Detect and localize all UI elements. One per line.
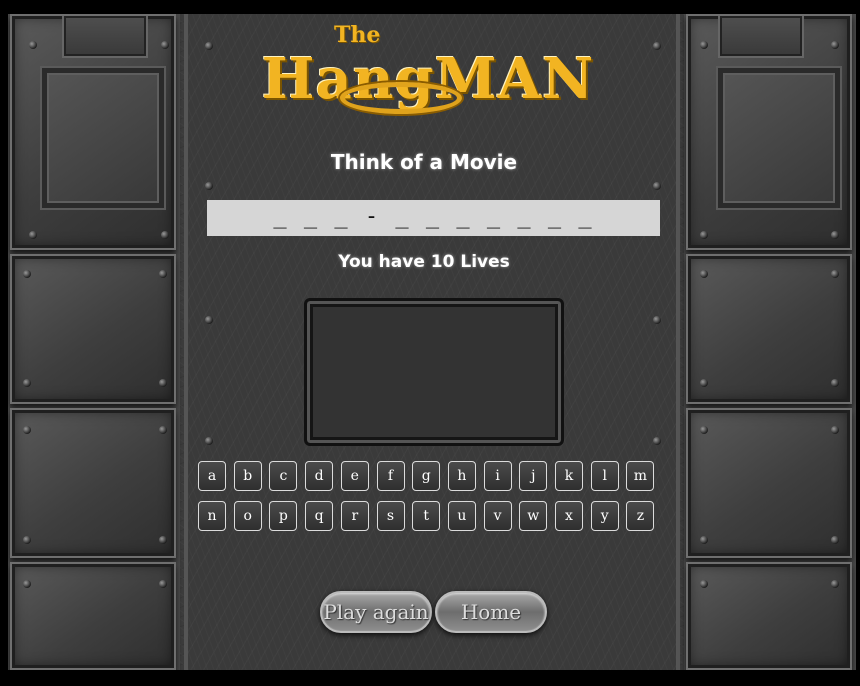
letter-key-o[interactable]: o: [233, 501, 262, 531]
rivet: [29, 231, 37, 239]
metal-plate: [686, 562, 852, 670]
letter-key-a[interactable]: a: [198, 461, 226, 491]
metal-plate: [10, 408, 176, 558]
rivet: [700, 379, 708, 387]
top-tab: [62, 16, 148, 58]
logo-the-text: The: [334, 22, 381, 48]
rivet: [653, 437, 661, 445]
letter-key-g[interactable]: g: [412, 461, 441, 491]
rivet: [653, 316, 661, 324]
letter-key-p[interactable]: p: [269, 501, 298, 531]
rivet: [831, 426, 839, 434]
rivet: [700, 536, 708, 544]
inner-plate: [42, 68, 164, 208]
rivet: [205, 437, 213, 445]
letter-key-e[interactable]: e: [340, 461, 369, 491]
rivet: [23, 426, 31, 434]
letter-key-s[interactable]: s: [376, 501, 405, 531]
rivet: [161, 41, 169, 49]
letter-key-b[interactable]: b: [233, 461, 262, 491]
word-display: _ _ _ - _ _ _ _ _ _ _: [207, 200, 660, 236]
metal-plate: [10, 562, 176, 670]
letter-key-m[interactable]: m: [626, 461, 655, 491]
inner-plate: [718, 68, 840, 208]
rivet: [159, 536, 167, 544]
rivet: [159, 580, 167, 588]
letter-key-w[interactable]: w: [519, 501, 548, 531]
hangman-logo: The HangMAN: [212, 22, 644, 122]
rivet: [831, 580, 839, 588]
rivet: [700, 580, 708, 588]
home-button[interactable]: Home: [435, 591, 547, 633]
letter-key-t[interactable]: t: [412, 501, 441, 531]
rivet: [205, 316, 213, 324]
right-metal-column: [684, 14, 856, 670]
letter-key-c[interactable]: c: [269, 461, 298, 491]
rivet: [159, 426, 167, 434]
rivet: [29, 41, 37, 49]
category-hint: Think of a Movie: [330, 150, 518, 174]
letter-key-l[interactable]: l: [590, 461, 619, 491]
letter-key-r[interactable]: r: [340, 501, 369, 531]
letter-key-x[interactable]: x: [555, 501, 583, 531]
rivet: [700, 41, 708, 49]
rivet: [23, 270, 31, 278]
play-again-button[interactable]: Play again: [320, 591, 432, 633]
letter-key-j[interactable]: j: [519, 461, 548, 491]
left-metal-column: [8, 14, 180, 670]
rivet: [831, 41, 839, 49]
metal-plate: [686, 14, 852, 250]
letter-key-h[interactable]: h: [447, 461, 476, 491]
lives-counter: You have 10 Lives: [338, 252, 510, 272]
rivet: [23, 379, 31, 387]
rivet: [700, 270, 708, 278]
word-pattern: _ _ _ - _ _ _ _ _ _ _: [273, 204, 594, 229]
letter-key-v[interactable]: v: [483, 501, 512, 531]
top-tab: [718, 16, 804, 58]
rivet: [700, 231, 708, 239]
rivet: [159, 379, 167, 387]
rivet: [831, 536, 839, 544]
rivet: [205, 182, 213, 190]
letter-key-f[interactable]: f: [376, 461, 405, 491]
letter-key-y[interactable]: y: [590, 501, 619, 531]
letter-key-q[interactable]: q: [305, 501, 334, 531]
letter-key-i[interactable]: i: [483, 461, 512, 491]
letter-key-u[interactable]: u: [447, 501, 476, 531]
rivet: [23, 580, 31, 588]
rivet: [161, 231, 169, 239]
rivet: [700, 426, 708, 434]
hangman-drawing-area: [304, 298, 564, 446]
metal-plate: [10, 14, 176, 250]
rivet: [653, 182, 661, 190]
letter-key-z[interactable]: z: [626, 501, 655, 531]
letter-key-d[interactable]: d: [305, 461, 334, 491]
letter-key-n[interactable]: n: [198, 501, 226, 531]
rivet: [831, 231, 839, 239]
noose-icon: [340, 82, 462, 114]
rivet: [23, 536, 31, 544]
rivet: [653, 42, 661, 50]
metal-plate: [686, 254, 852, 404]
metal-plate: [686, 408, 852, 558]
metal-plate: [10, 254, 176, 404]
rivet: [831, 270, 839, 278]
rivet: [159, 270, 167, 278]
rivet: [831, 379, 839, 387]
letter-key-k[interactable]: k: [555, 461, 583, 491]
